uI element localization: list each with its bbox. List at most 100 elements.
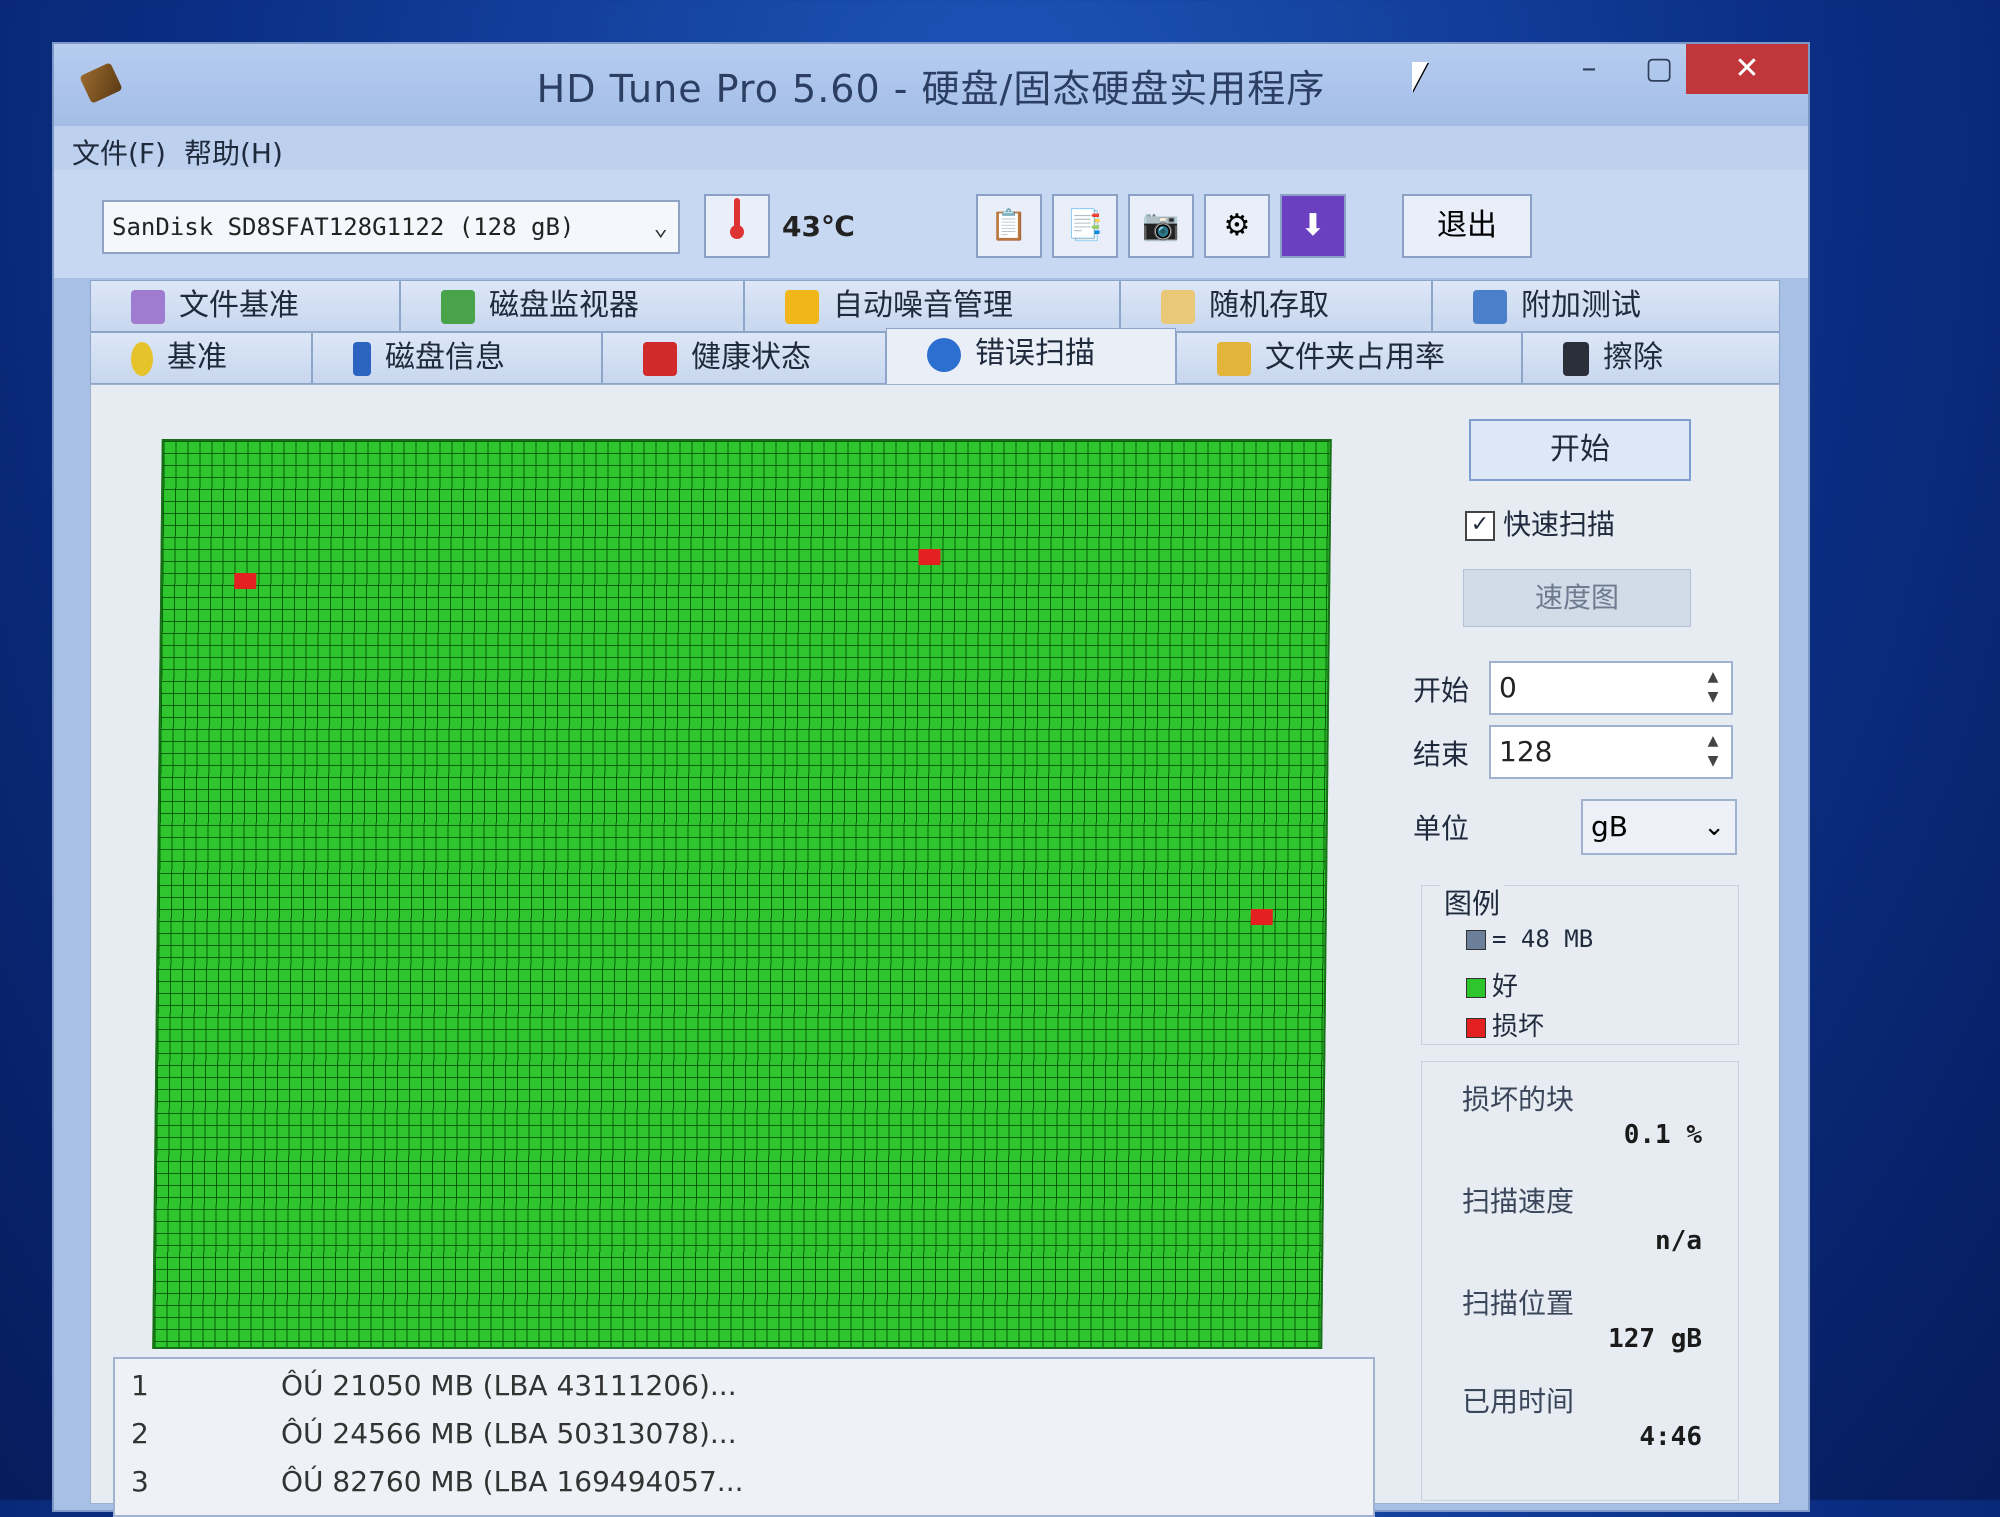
legend-block-text: = 48 MB bbox=[1492, 925, 1594, 953]
tab-label: 擦除 bbox=[1603, 340, 1663, 375]
file-benchmark-icon bbox=[131, 289, 165, 324]
legend-good: 好 bbox=[1466, 966, 1518, 1003]
random-access-icon bbox=[1161, 289, 1195, 324]
tab-benchmark[interactable]: 基准 bbox=[90, 332, 312, 384]
checkmark-icon[interactable]: ✓ bbox=[1465, 511, 1495, 541]
menu-file[interactable]: 文件(F) bbox=[72, 132, 166, 172]
tab-label: 文件基准 bbox=[179, 288, 299, 323]
error-scan-panel: 1 ÔÚ 21050 MB (LBA 43111206)... 2 ÔÚ 24566… bbox=[90, 384, 1780, 1517]
quick-scan-label: 快速扫描 bbox=[1503, 508, 1616, 541]
tab-label: 随机存取 bbox=[1209, 288, 1329, 323]
speed-map-button[interactable]: 速度图 bbox=[1463, 569, 1691, 627]
thermometer-icon bbox=[704, 194, 770, 258]
spinner-arrows-icon[interactable]: ▲ ▼ bbox=[1699, 667, 1727, 709]
start-button[interactable]: 开始 bbox=[1469, 419, 1691, 481]
elapsed-time-label: 已用时间 bbox=[1462, 1385, 1575, 1418]
tab-erase[interactable]: 擦除 bbox=[1522, 332, 1780, 384]
options-button[interactable]: ⚙ bbox=[1204, 194, 1270, 258]
spinner-arrows-icon[interactable]: ▲ ▼ bbox=[1699, 731, 1727, 773]
copy-all-icon: 📑 bbox=[1066, 208, 1104, 243]
tab-label: 错误扫描 bbox=[975, 336, 1095, 371]
temperature-readout: 43℃ bbox=[782, 210, 855, 243]
block-swatch-icon bbox=[1466, 929, 1486, 950]
elapsed-time-value: 4:46 bbox=[1639, 1422, 1702, 1452]
lightbulb-icon bbox=[131, 341, 153, 376]
legend-damaged: 损坏 bbox=[1466, 1006, 1544, 1043]
menu-help[interactable]: 帮助(H) bbox=[184, 132, 283, 172]
close-button[interactable]: ✕ bbox=[1686, 44, 1808, 94]
scan-speed-label: 扫描速度 bbox=[1462, 1185, 1575, 1218]
error-text: ÔÚ 82760 MB (LBA 169494057... bbox=[281, 1465, 744, 1498]
list-item[interactable]: 1 ÔÚ 21050 MB (LBA 43111206)... bbox=[131, 1369, 737, 1402]
health-cross-icon bbox=[643, 341, 677, 376]
tab-bar: 文件基准 磁盘监视器 自动噪音管理 随机存取 附加测试 基准 磁盘信息 健康状态… bbox=[90, 280, 1780, 384]
tab-label: 附加测试 bbox=[1521, 288, 1641, 323]
legend: 图例 = 48 MB 好 损坏 bbox=[1421, 882, 1739, 1045]
end-input[interactable]: 128 ▲ ▼ bbox=[1489, 725, 1733, 779]
save-button[interactable]: ⬇ bbox=[1280, 194, 1346, 258]
error-index: 2 bbox=[131, 1417, 149, 1450]
unit-value: gB bbox=[1591, 810, 1628, 843]
tab-disk-monitor[interactable]: 磁盘监视器 bbox=[400, 280, 744, 332]
info-icon bbox=[353, 341, 371, 376]
settings-icon: ⚙ bbox=[1223, 208, 1251, 243]
tab-label: 自动噪音管理 bbox=[833, 288, 1013, 323]
start-label: 开始 bbox=[1413, 674, 1470, 707]
scan-stats: 损坏的块 0.1 % 扫描速度 n/a 扫描位置 127 gB 已用时间 4:4… bbox=[1421, 1061, 1739, 1501]
tab-random-access[interactable]: 随机存取 bbox=[1120, 280, 1432, 332]
quick-scan-option[interactable]: ✓ 快速扫描 bbox=[1465, 503, 1615, 543]
error-list[interactable]: 1 ÔÚ 21050 MB (LBA 43111206)... 2 ÔÚ 24566… bbox=[113, 1357, 1375, 1517]
list-item[interactable]: 2 ÔÚ 24566 MB (LBA 50313078)... bbox=[131, 1417, 737, 1450]
error-index: 1 bbox=[131, 1369, 149, 1402]
tab-label: 磁盘监视器 bbox=[489, 288, 639, 323]
bad-block-cell bbox=[234, 573, 257, 589]
error-text: ÔÚ 21050 MB (LBA 43111206)... bbox=[281, 1369, 737, 1402]
error-text: ÔÚ 24566 MB (LBA 50313078)... bbox=[281, 1417, 737, 1450]
end-value: 128 bbox=[1499, 735, 1553, 768]
tab-folder-usage[interactable]: 文件夹占用率 bbox=[1176, 332, 1522, 384]
menu-bar: 文件(F) 帮助(H) bbox=[54, 126, 1808, 170]
drive-select[interactable]: SanDisk SD8SFAT128G1122 (128 gB) ⌄ bbox=[102, 200, 680, 254]
tab-error-scan[interactable]: 错误扫描 bbox=[886, 328, 1176, 384]
scan-block-map bbox=[152, 439, 1332, 1349]
exit-button[interactable]: 退出 bbox=[1402, 194, 1532, 258]
magnifier-icon bbox=[927, 337, 961, 372]
chevron-down-icon: ⌄ bbox=[1703, 812, 1725, 842]
tab-file-benchmark[interactable]: 文件基准 bbox=[90, 280, 400, 332]
copy-info-button[interactable]: 📋 bbox=[976, 194, 1042, 258]
chevron-down-icon: ⌄ bbox=[653, 213, 668, 241]
tab-label: 文件夹占用率 bbox=[1265, 340, 1445, 375]
tab-label: 基准 bbox=[167, 340, 227, 375]
maximize-button[interactable]: ▢ bbox=[1624, 44, 1694, 94]
tab-noise-management[interactable]: 自动噪音管理 bbox=[744, 280, 1120, 332]
damaged-swatch-icon bbox=[1466, 1017, 1486, 1038]
start-value: 0 bbox=[1499, 671, 1517, 704]
unit-select[interactable]: gB ⌄ bbox=[1581, 799, 1737, 855]
tab-health[interactable]: 健康状态 bbox=[602, 332, 886, 384]
damaged-blocks-value: 0.1 % bbox=[1623, 1120, 1702, 1150]
download-icon: ⬇ bbox=[1300, 208, 1326, 243]
scan-controls: 开始 ✓ 快速扫描 速度图 开始 0 ▲ ▼ 结束 128 ▲ ▼ 单位 gB ⌄ 图… bbox=[1381, 385, 1771, 1505]
bad-block-cell bbox=[1250, 909, 1273, 925]
tab-label: 磁盘信息 bbox=[385, 340, 505, 375]
copy-all-button[interactable]: 📑 bbox=[1052, 194, 1118, 258]
toolbar: SanDisk SD8SFAT128G1122 (128 gB) ⌄ 43℃ 📋… bbox=[54, 170, 1808, 278]
good-swatch-icon bbox=[1466, 977, 1486, 998]
tab-extra-tests[interactable]: 附加测试 bbox=[1432, 280, 1780, 332]
tab-label: 健康状态 bbox=[691, 340, 811, 375]
start-input[interactable]: 0 ▲ ▼ bbox=[1489, 661, 1733, 715]
tab-disk-info[interactable]: 磁盘信息 bbox=[312, 332, 602, 384]
camera-icon: 📷 bbox=[1142, 208, 1180, 243]
legend-block-size: = 48 MB bbox=[1466, 924, 1593, 954]
scan-position-value: 127 gB bbox=[1608, 1324, 1702, 1354]
drive-select-value: SanDisk SD8SFAT128G1122 (128 gB) bbox=[112, 213, 575, 241]
list-item[interactable]: 3 ÔÚ 82760 MB (LBA 169494057... bbox=[131, 1465, 744, 1498]
screenshot-button[interactable]: 📷 bbox=[1128, 194, 1194, 258]
bad-block-cell bbox=[918, 549, 941, 565]
mouse-cursor-icon bbox=[1412, 62, 1428, 92]
app-window: HD Tune Pro 5.60 - 硬盘/固态硬盘实用程序 – ▢ ✕ 文件(… bbox=[52, 42, 1810, 1517]
minimize-button[interactable]: – bbox=[1554, 44, 1624, 94]
title-bar[interactable]: HD Tune Pro 5.60 - 硬盘/固态硬盘实用程序 – ▢ ✕ bbox=[54, 44, 1808, 126]
window-title: HD Tune Pro 5.60 - 硬盘/固态硬盘实用程序 bbox=[536, 67, 1326, 111]
chart-icon bbox=[441, 289, 475, 324]
